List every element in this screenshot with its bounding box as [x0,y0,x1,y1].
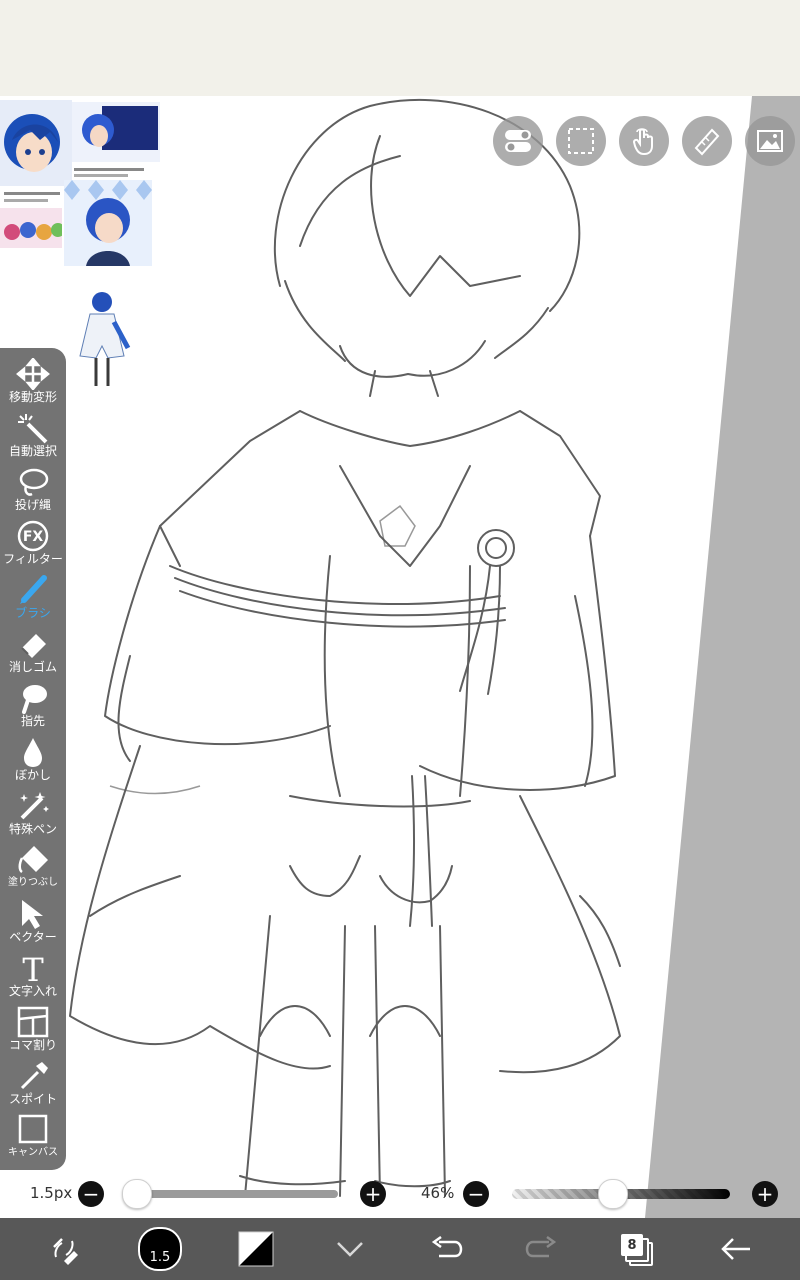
color-swatch-icon [238,1231,274,1267]
chevron-down-icon [337,1242,363,1257]
tool-eyedropper[interactable]: スポイト [0,1060,66,1114]
tool-label: スポイト [8,1092,57,1106]
back-button[interactable] [706,1218,766,1280]
lasso-icon [19,468,49,496]
tool-label: ブラシ [15,606,51,620]
tool-label: フィルター [3,552,63,566]
tool-canvas[interactable]: キャンバス [0,1114,66,1168]
selection-button[interactable] [556,116,606,166]
tool-label: ぼかし [14,768,51,782]
tool-label: キャンバス [8,1147,58,1158]
material-button[interactable] [745,116,795,166]
brush-select-button[interactable]: 1.5 [132,1218,188,1280]
tool-label: 塗りつぶし [7,877,59,888]
ruler-button[interactable] [682,116,732,166]
reference-image-1 [0,100,72,186]
redo-button[interactable] [514,1218,570,1280]
status-area [0,0,800,97]
swap-tool-button[interactable] [36,1218,92,1280]
tool-move[interactable]: 移動変形 [0,358,66,412]
color-select-button[interactable] [228,1218,284,1280]
tool-label: 自動選択 [8,444,57,458]
tool-brush[interactable]: ブラシ [0,574,66,628]
brush-size-badge: 1.5 [149,1250,171,1265]
canvas-square-icon [18,1114,48,1144]
text-t-icon: T [22,952,44,984]
opacity-value: 46% [421,1184,455,1202]
tool-vector[interactable]: ベクター [0,898,66,952]
svg-text:FX: FX [23,529,44,545]
touch-button[interactable] [619,116,669,166]
brush-controls: 1.5px − + 46% − + [0,1168,800,1220]
toggle-button[interactable] [493,116,543,166]
svg-text:T: T [22,952,44,984]
layers-button[interactable]: 8 [608,1218,664,1280]
special-pen-icon [20,792,49,820]
tool-label: コマ割り [8,1038,57,1052]
brush-icon [20,575,47,604]
tool-label: ベクター [9,930,57,944]
tool-label: 消しゴム [8,660,57,674]
brush-preview-icon: 1.5 [138,1227,182,1271]
tool-blur[interactable]: ぼかし [0,736,66,790]
undo-icon [431,1236,463,1258]
brush-size-minus-button[interactable]: − [78,1181,104,1207]
vector-arrow-icon [22,900,43,929]
ruler-icon [694,128,720,156]
magic-wand-icon [18,414,48,444]
tool-fill[interactable]: 塗りつぶし [0,844,66,898]
bottom-toolbar: 1.5 8 [0,1218,800,1280]
tool-panel: 移動変形 自動選択 投げ縄 FX フィルター ブラシ 消しゴム 指先 ぼかし 特… [0,348,66,1170]
toggle-switch-icon [505,130,531,152]
reference-image-5 [68,286,138,396]
brush-size-value: 1.5px [30,1184,73,1202]
reference-caption-2 [72,164,160,178]
tool-special-pen[interactable]: 特殊ペン [0,790,66,844]
canvas-workspace[interactable]: 移動変形 自動選択 投げ縄 FX フィルター ブラシ 消しゴム 指先 ぼかし 特… [0,96,800,1218]
tool-frame[interactable]: コマ割り [0,1006,66,1060]
layers-count: 8 [627,1237,637,1253]
eyedropper-icon [20,1062,48,1090]
blur-drop-icon [24,738,42,767]
tool-magic-wand[interactable]: 自動選択 [0,412,66,466]
frame-divider-icon [17,1006,49,1038]
tool-label: 投げ縄 [14,498,51,512]
brush-size-plus-button[interactable]: + [360,1181,386,1207]
bucket-icon [18,846,48,874]
reference-image-2 [72,102,160,162]
brush-size-slider-thumb[interactable] [122,1179,152,1209]
opacity-slider-thumb[interactable] [598,1179,629,1209]
smudge-icon [22,685,47,714]
hand-pointer-icon [632,128,653,156]
tool-label: 指先 [20,714,45,728]
brush-size-slider[interactable] [132,1190,338,1198]
tool-label: 移動変形 [8,390,57,404]
tool-label: 特殊ペン [8,822,57,836]
eraser-icon [21,634,46,658]
opacity-minus-button[interactable]: − [463,1181,489,1207]
move-arrows-icon [16,358,50,390]
tool-smudge[interactable]: 指先 [0,682,66,736]
layers-icon: 8 [621,1234,653,1266]
reference-image-3 [0,208,62,248]
menu-button[interactable] [322,1218,378,1280]
image-material-icon [757,130,783,152]
reference-image-4 [64,180,152,266]
tool-lasso[interactable]: 投げ縄 [0,466,66,520]
brush-eraser-swap-icon [53,1238,78,1265]
undo-button[interactable] [418,1218,474,1280]
tool-filter[interactable]: FX フィルター [0,520,66,574]
reference-caption-1 [0,188,70,208]
fx-icon: FX [17,520,49,552]
dashed-selection-icon [568,128,594,154]
tool-text[interactable]: T 文字入れ [0,952,66,1006]
opacity-plus-button[interactable]: + [752,1181,778,1207]
redo-icon [525,1236,557,1258]
tool-label: 文字入れ [8,984,57,998]
tool-eraser[interactable]: 消しゴム [0,628,66,682]
back-arrow-icon [721,1238,750,1260]
